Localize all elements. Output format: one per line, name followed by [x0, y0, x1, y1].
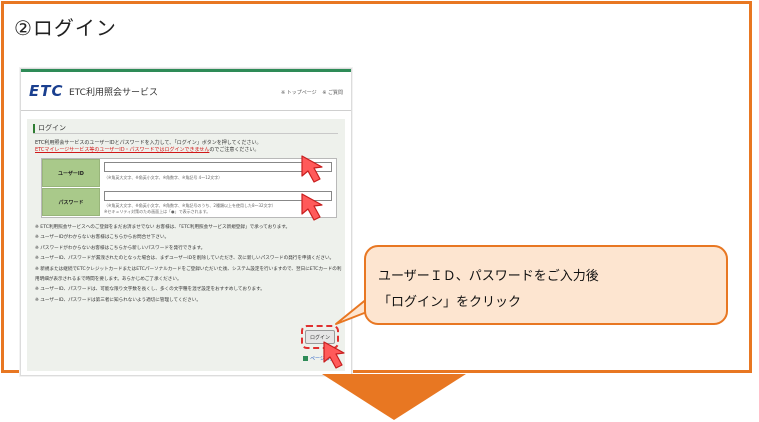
note-item: ※ パスワードがわからないお客様はこちらから新しいパスワードを発行できます。	[35, 245, 206, 251]
service-name: ETC利用照会サービス	[69, 88, 158, 98]
intro-warning-line: ETCマイレージサービス等のユーザーID・パスワードではログインできませんのでご…	[35, 147, 335, 154]
note-item: ※ ユーザーID、パスワードは第三者に知られないよう適切に管理してください。	[35, 297, 201, 303]
password-hint-2: ※セキュリティ対策のため画面上は「●」で表示されます。	[104, 209, 211, 214]
header-links: ※ トップページ ※ ご質問	[277, 89, 343, 96]
page-top-icon	[303, 356, 308, 361]
note-item: ※ ETC利用照会サービスへのご登録をまだお済ませでない お客様は、「ETC利用…	[35, 225, 291, 230]
login-panel: ログイン ETC利用照会サービスのユーザーIDとパスワードを入力して、「ログイン…	[27, 119, 345, 371]
etc-logo: ETC	[29, 82, 64, 100]
pointer-arrow-icon	[323, 341, 345, 369]
note-item: ※ ユーザーID、パスワードが漏洩されたのとなった場合は、まずユーザーIDを削除…	[35, 256, 335, 262]
faq-link[interactable]: ※ ご質問	[322, 90, 343, 96]
password-input[interactable]	[104, 191, 332, 201]
user-id-hint: （※角英大文字、※角英小文字、※角数字、※角記号 4〜12文字）	[104, 175, 223, 180]
user-id-input[interactable]	[104, 162, 332, 172]
section-heading: ログイン	[33, 123, 338, 134]
section-title: ログイン	[38, 124, 66, 132]
login-page-screenshot: ETC ETC利用照会サービス ※ トップページ ※ ご質問 ログイン ETC利…	[20, 68, 352, 376]
step-title: ②ログイン	[14, 16, 117, 40]
callout-line-2: 「ログイン」をクリック	[378, 295, 522, 310]
intro-warning: ETCマイレージサービス等のユーザーID・パスワードではログインできません	[35, 147, 210, 153]
intro-line: ETC利用照会サービスのユーザーIDとパスワードを入力して、「ログイン」ボタンを…	[35, 140, 262, 146]
intro-suffix: のでご注意ください。	[209, 147, 260, 153]
login-instructions: ETC利用照会サービスのユーザーIDとパスワードを入力して、「ログイン」ボタンを…	[35, 140, 335, 154]
password-label: パスワード	[42, 188, 100, 216]
site-header: ETC ETC利用照会サービス ※ トップページ ※ ご質問	[21, 72, 351, 111]
notes-list: ※ ETC利用照会サービスへのご登録をまだお済ませでない お客様は、「ETC利用…	[35, 223, 343, 306]
top-page-link[interactable]: ※ トップページ	[281, 90, 317, 96]
note-item: ※ ユーザーID、パスワードは、可能な限り文字数を長くし、多くの文字種を混ぜ設定…	[35, 287, 265, 293]
instruction-callout: ユーザーＩＤ、パスワードをご入力後 「ログイン」をクリック	[364, 245, 728, 325]
pointer-arrow-icon	[301, 193, 323, 221]
login-form: ユーザーID （※角英大文字、※角英小文字、※角数字、※角記号 4〜12文字） …	[41, 158, 337, 218]
user-id-label: ユーザーID	[42, 159, 100, 187]
next-step-arrow	[322, 374, 466, 420]
note-item: ※ ユーザーIDがわからないお客様はこちらからお問合せ下さい。	[35, 235, 170, 241]
heading-marker	[33, 124, 35, 133]
callout-line-1: ユーザーＩＤ、パスワードをご入力後	[378, 269, 599, 284]
note-item: ※ 新規または継続でETCクレジットカードまたはETCパーソナルカードをご登録い…	[35, 266, 342, 283]
pointer-arrow-icon	[301, 155, 323, 183]
